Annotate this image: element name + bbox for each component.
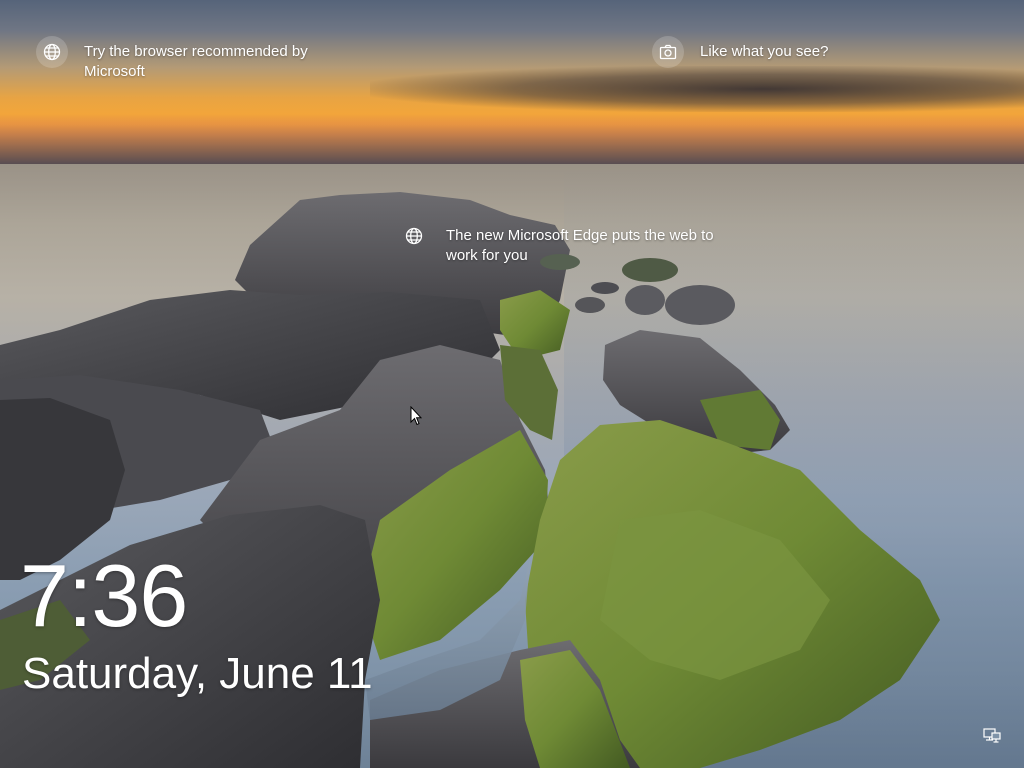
clock-time: 7:36	[20, 546, 188, 645]
tip-text: Try the browser recommended by Microsoft	[84, 43, 308, 80]
camera-icon	[652, 36, 684, 68]
globe-icon	[36, 36, 68, 68]
network-icon[interactable]	[982, 726, 1002, 746]
tip-try-browser[interactable]: Try the browser recommended by Microsoft	[36, 36, 354, 82]
lock-screen[interactable]: Try the browser recommended by Microsoft…	[0, 0, 1024, 768]
tip-like-what-you-see[interactable]: Like what you see?	[652, 36, 829, 68]
clock-date: Saturday, June 11	[22, 649, 373, 698]
tip-edge[interactable]: The new Microsoft Edge puts the web to w…	[398, 226, 716, 266]
globe-icon	[398, 220, 430, 252]
tip-text: The new Microsoft Edge puts the web to w…	[446, 227, 714, 264]
tip-text: Like what you see?	[700, 43, 829, 60]
mouse-cursor-icon	[410, 405, 423, 431]
